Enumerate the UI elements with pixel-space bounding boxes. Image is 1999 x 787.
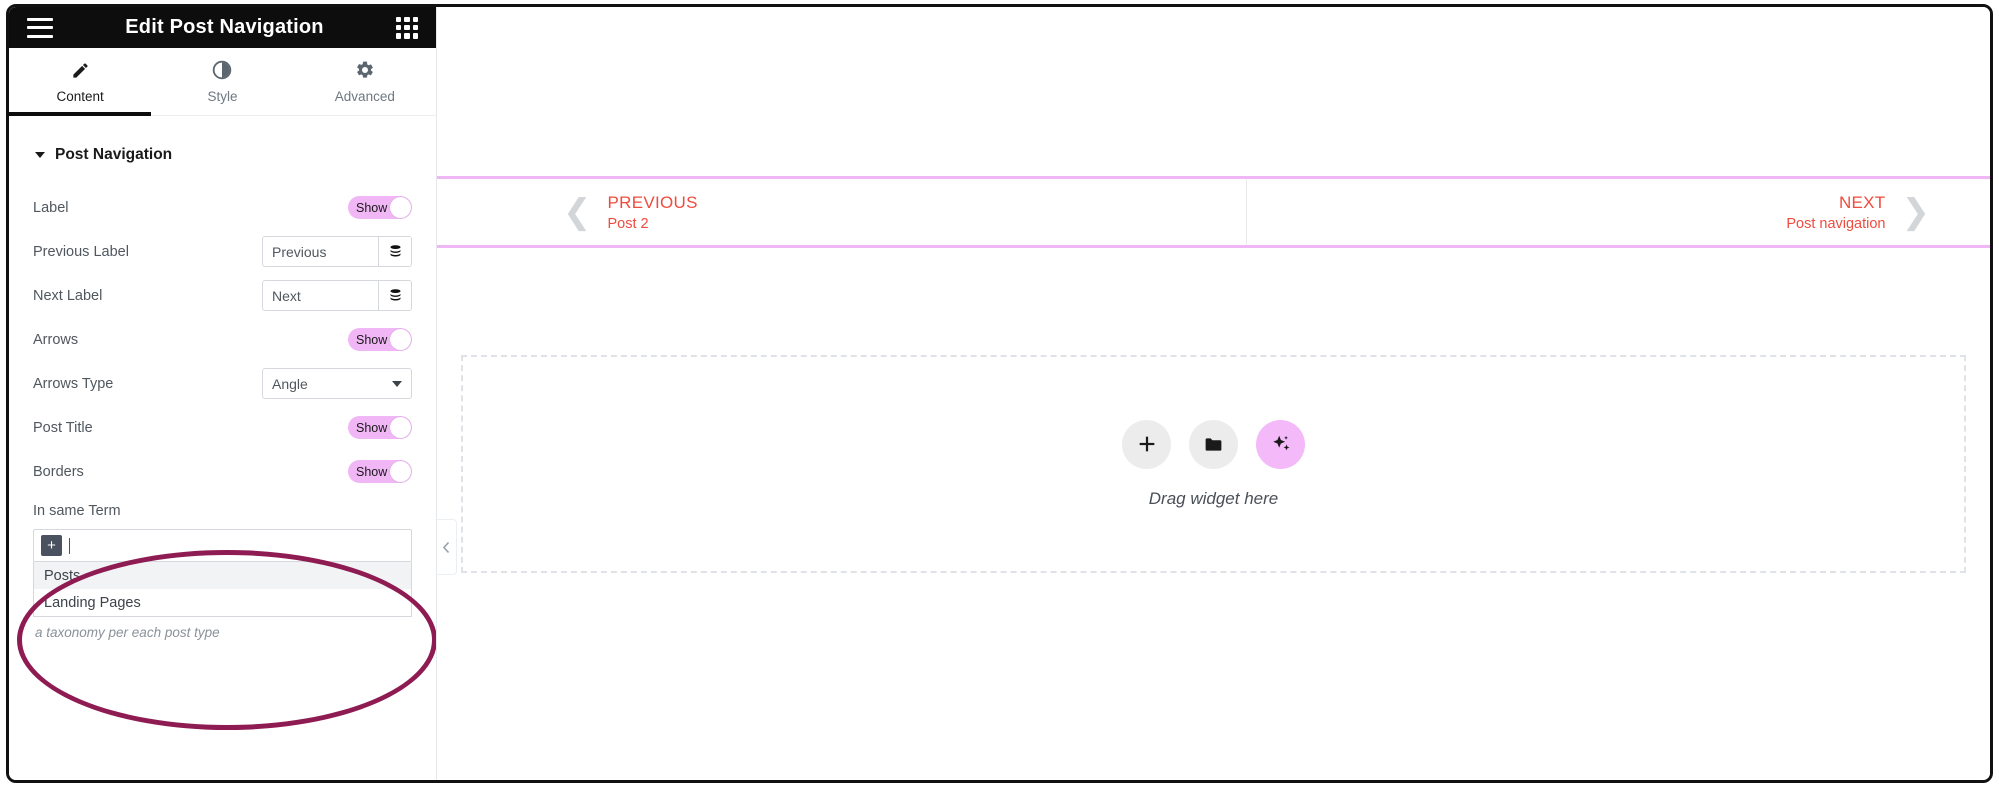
panel-title: Edit Post Navigation <box>125 16 324 38</box>
panel-collapse-handle[interactable] <box>437 519 457 575</box>
folder-icon[interactable] <box>1189 419 1238 469</box>
post-nav-next-kicker: NEXT <box>1838 192 1886 212</box>
section-title-label: Post Navigation <box>55 146 173 163</box>
section-post-navigation[interactable]: Post Navigation <box>33 116 412 186</box>
control-label: Arrows <box>33 331 79 348</box>
text-cursor <box>69 537 70 554</box>
arrows-type-select-wrap: Angle <box>262 368 412 399</box>
panel-tabs: Content Style Advanced <box>9 48 436 116</box>
editor-canvas: ❮ PREVIOUS Post 2 NEXT Post navigation ❯ <box>437 7 1990 780</box>
tab-advanced[interactable]: Advanced <box>294 48 436 115</box>
post-nav-next[interactable]: NEXT Post navigation ❯ <box>1246 179 1990 245</box>
in-same-term-input-wrapper[interactable]: + <box>33 529 412 562</box>
control-row-post-title: Post Title Show <box>33 406 412 449</box>
post-title-toggle-text: Show <box>356 420 388 435</box>
panel-header: Edit Post Navigation <box>9 7 436 48</box>
pencil-icon <box>71 59 90 81</box>
in-same-term-helper-text: a taxonomy per each post type <box>35 625 220 640</box>
tab-style[interactable]: Style <box>151 48 293 115</box>
elementor-editor-window: Edit Post Navigation Content Style Advan… <box>6 4 1993 783</box>
post-nav-next-texts: NEXT Post navigation <box>1786 193 1885 232</box>
tab-style-label: Style <box>207 89 238 104</box>
panel-body: Post Navigation Label Show Previous Labe… <box>9 116 436 780</box>
dropzone-buttons <box>1122 419 1305 469</box>
in-same-term-control: In same Term + Posts Landing Pages a tax… <box>33 503 412 640</box>
dropzone-caption: Drag widget here <box>1148 488 1279 508</box>
hamburger-menu-icon[interactable] <box>27 17 53 38</box>
tab-content[interactable]: Content <box>9 48 152 116</box>
plus-icon[interactable] <box>1122 419 1171 469</box>
tab-advanced-label: Advanced <box>334 89 395 104</box>
toggle-knob <box>390 197 411 218</box>
suggestion-label: Landing Pages <box>44 594 141 611</box>
arrows-toggle-text: Show <box>356 332 388 347</box>
next-label-input[interactable] <box>263 281 378 310</box>
control-label: Next Label <box>33 287 103 304</box>
control-row-arrows-type: Arrows Type Angle <box>33 362 412 405</box>
control-label: Label <box>33 199 69 216</box>
post-title-toggle[interactable]: Show <box>348 416 412 439</box>
post-nav-previous[interactable]: ❮ PREVIOUS Post 2 <box>437 179 1246 245</box>
control-row-next-label: Next Label <box>33 274 412 317</box>
grid-apps-icon[interactable] <box>396 16 418 39</box>
toggle-knob <box>390 329 411 350</box>
next-label-field <box>262 280 412 311</box>
label-toggle[interactable]: Show <box>348 196 412 219</box>
post-navigation-widget[interactable]: ❮ PREVIOUS Post 2 NEXT Post navigation ❯ <box>437 176 1990 248</box>
suggestion-item-posts[interactable]: Posts <box>34 562 411 589</box>
in-same-term-suggestions: Posts Landing Pages <box>33 562 412 617</box>
label-toggle-text: Show <box>356 200 388 215</box>
control-label: Borders <box>33 463 84 480</box>
chevron-right-icon: ❯ <box>1901 192 1931 232</box>
tab-content-label: Content <box>56 89 104 104</box>
editor-panel: Edit Post Navigation Content Style Advan… <box>9 7 437 780</box>
borders-toggle[interactable]: Show <box>348 460 412 483</box>
previous-label-input[interactable] <box>263 237 378 266</box>
plus-chip-icon[interactable]: + <box>41 535 62 556</box>
suggestion-item-landing-pages[interactable]: Landing Pages <box>34 589 411 616</box>
post-nav-previous-texts: PREVIOUS Post 2 <box>608 193 698 232</box>
previous-label-field <box>262 236 412 267</box>
gear-icon <box>355 59 375 81</box>
arrows-toggle[interactable]: Show <box>348 328 412 351</box>
control-label: Previous Label <box>33 243 129 260</box>
control-row-borders: Borders Show <box>33 450 412 493</box>
arrows-type-select[interactable]: Angle <box>262 368 412 399</box>
post-nav-previous-title: Post 2 <box>607 215 649 232</box>
database-stack-icon[interactable] <box>378 281 411 310</box>
suggestion-label: Posts <box>44 567 81 584</box>
control-label: Arrows Type <box>33 375 114 392</box>
chevron-down-icon <box>35 152 45 158</box>
database-stack-icon[interactable] <box>378 237 411 266</box>
in-same-term-label: In same Term <box>33 503 121 519</box>
contrast-half-circle-icon <box>212 59 232 81</box>
post-nav-next-title: Post navigation <box>1786 215 1886 232</box>
control-row-previous-label: Previous Label <box>33 230 412 273</box>
chevron-left-icon: ❮ <box>563 192 592 232</box>
control-row-label: Label Show <box>33 186 412 229</box>
ai-sparkle-icon[interactable] <box>1256 419 1305 469</box>
post-nav-previous-kicker: PREVIOUS <box>607 192 698 212</box>
toggle-knob <box>390 461 411 482</box>
control-row-arrows: Arrows Show <box>33 318 412 361</box>
borders-toggle-text: Show <box>356 464 388 479</box>
control-label: Post Title <box>33 419 93 436</box>
widget-dropzone[interactable]: Drag widget here <box>461 355 1966 573</box>
toggle-knob <box>390 417 411 438</box>
